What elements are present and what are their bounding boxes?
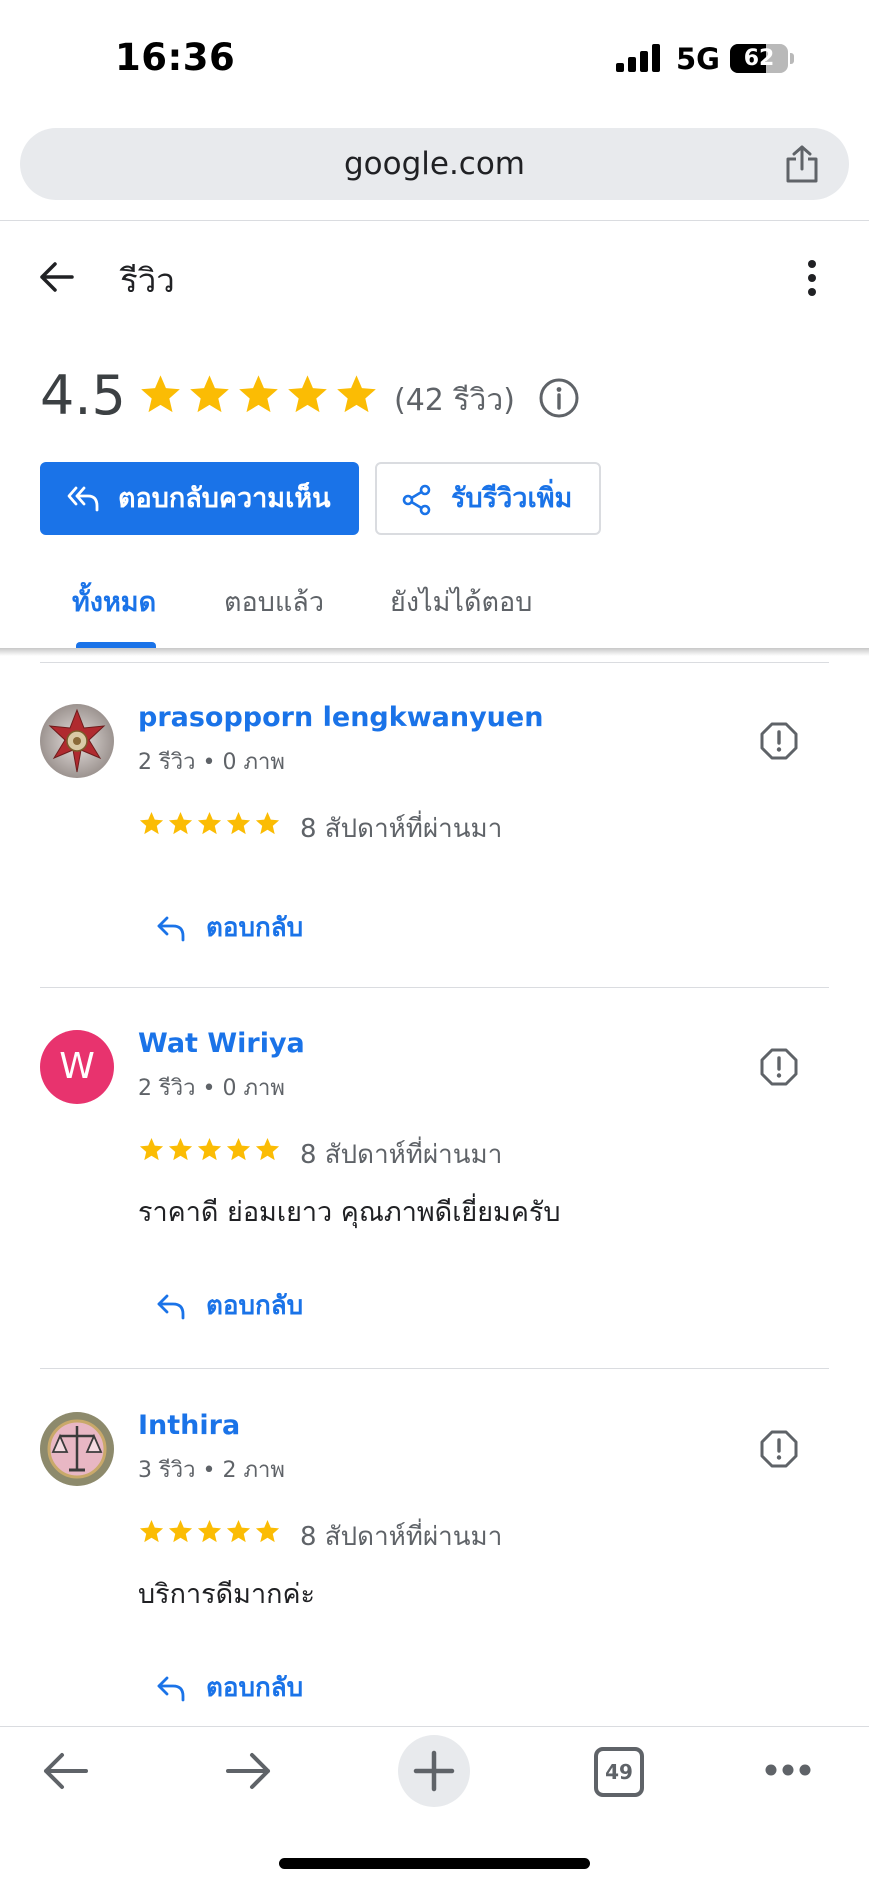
report-icon[interactable] [760,722,798,760]
status-bar: 16:36 5G 62 [0,0,869,118]
get-more-reviews-button[interactable]: รับรีวิวเพิ่ม [375,462,601,535]
star-icon [141,375,180,413]
reviewer-meta: 2 รีวิว • 0 ภาพ [138,750,285,775]
star-icon [197,1138,222,1161]
share-icon[interactable] [783,144,821,184]
share-nodes-icon [402,484,431,516]
scales-avatar-icon [40,1412,114,1486]
star-icon [226,1520,251,1543]
star-icon [197,812,222,835]
reviewer-name[interactable]: prasopporn lengkwanyuen [138,702,543,733]
star-icon [288,375,327,413]
reply-to-reviews-button[interactable]: ตอบกลับความเห็น [40,462,359,535]
emblem-avatar-icon [40,704,114,778]
page-title: รีวิว [120,261,175,300]
reviewer-meta: 3 รีวิว • 2 ภาพ [138,1458,285,1483]
star-icon [190,375,229,413]
reviewer-name[interactable]: Inthira [138,1410,240,1441]
star-icon [168,1520,193,1543]
review-stars [138,810,281,837]
average-rating: 4.5 [40,364,126,427]
report-icon[interactable] [760,1430,798,1468]
rating-stars [138,372,379,417]
reviewer-name[interactable]: Wat Wiriya [138,1028,305,1059]
reply-label: ตอบกลับ [206,913,304,943]
star-icon [255,1138,280,1161]
new-tab-icon[interactable] [398,1735,470,1807]
reply-all-icon [67,486,99,512]
divider [0,220,869,221]
battery-icon: 62 [730,44,788,73]
star-icon [337,375,376,413]
reply-label: ตอบกลับ [206,1673,304,1703]
battery-level: 62 [743,46,775,71]
info-icon[interactable] [538,377,580,419]
home-indicator [279,1858,590,1869]
review-date: 8 สัปดาห์ที่ผ่านมา [300,814,503,844]
star-icon [197,1520,222,1543]
network-type: 5G [676,42,720,76]
star-icon [168,1138,193,1161]
divider [40,1368,829,1369]
avatar[interactable] [40,1412,114,1486]
reply-to-reviews-label: ตอบกลับความเห็น [118,483,331,514]
forward-icon[interactable] [224,1749,274,1793]
back-arrow-icon[interactable] [36,256,78,298]
reply-label: ตอบกลับ [206,1291,304,1321]
reviewer-meta: 2 รีวิว • 0 ภาพ [138,1076,285,1101]
star-icon [139,812,164,835]
star-icon [139,1138,164,1161]
avatar[interactable] [40,704,114,778]
tab-all[interactable]: ทั้งหมด [72,580,156,623]
star-icon [168,812,193,835]
star-icon [255,812,280,835]
star-icon [255,1520,280,1543]
star-icon [226,1138,251,1161]
review-date: 8 สัปดาห์ที่ผ่านมา [300,1522,503,1552]
divider [40,987,829,988]
tabs-shadow [0,648,869,656]
reply-icon [157,1294,185,1320]
more-horiz-icon[interactable] [764,1763,812,1777]
star-icon [139,1520,164,1543]
url-text[interactable]: google.com [20,128,849,200]
signal-icon [616,44,662,72]
battery-nub [790,53,794,64]
review-text: ราคาดี ย่อมเยาว คุณภาพดีเยี่ยมครับ [138,1197,561,1228]
review-date: 8 สัปดาห์ที่ผ่านมา [300,1140,503,1170]
review-tabs: ทั้งหมด ตอบแล้ว ยังไม่ได้ตอบ [0,560,869,650]
tab-unreplied[interactable]: ยังไม่ได้ตอบ [390,580,532,623]
address-bar[interactable]: google.com [20,128,849,200]
review-stars [138,1136,281,1163]
review-text: บริการดีมากค่ะ [138,1579,316,1610]
star-icon [226,812,251,835]
avatar[interactable]: W [40,1030,114,1104]
tab-replied[interactable]: ตอบแล้ว [224,580,324,623]
divider [40,662,829,663]
reply-icon [157,1676,185,1702]
star-icon [239,375,278,413]
get-more-reviews-label: รับรีวิวเพิ่ม [451,483,573,514]
more-vert-icon[interactable] [800,258,824,298]
status-time: 16:36 [115,36,236,79]
review-count: (42 รีวิว) [394,383,515,418]
review-stars [138,1518,281,1545]
tab-count-icon[interactable]: 49 [594,1747,644,1797]
back-icon[interactable] [40,1749,90,1793]
reply-icon [157,916,185,942]
report-icon[interactable] [760,1048,798,1086]
